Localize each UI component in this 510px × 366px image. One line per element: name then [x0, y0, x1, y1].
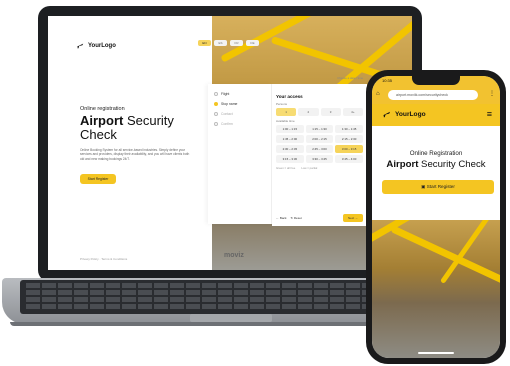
steps-sidebar: Flight Stop name Contact Confirm — [208, 84, 272, 224]
phone-logo[interactable]: YourLogo — [382, 110, 426, 119]
slot-legend: Green = all free Low = partial — [276, 166, 363, 170]
panel-actions: ← Back ↻ Reset Next → — [276, 214, 363, 222]
home-indicator — [418, 352, 454, 354]
title-bold: Airport — [386, 159, 419, 170]
browser-bar: ⌂ airport.moviik.com/securitycheck ⋮ — [372, 86, 500, 104]
persons-selector: 1 2 3 4+ — [276, 108, 363, 116]
persons-option[interactable]: 2 — [298, 108, 319, 116]
page-title: Airport Security Check — [80, 114, 200, 142]
phone-header: YourLogo ≡ — [372, 104, 500, 126]
phone-subtitle: Online Registration — [409, 150, 463, 157]
time-slot[interactable]: 1:45 – 2:00 — [276, 135, 304, 143]
step-contact[interactable]: Contact — [214, 112, 233, 116]
phone-screen: 10:35 ⌂ airport.moviik.com/securitycheck… — [372, 76, 500, 358]
lang-fr[interactable]: FR — [230, 40, 243, 46]
button-label: Start Register — [426, 184, 455, 189]
language-switcher: EN ES FR DE — [198, 40, 259, 46]
back-label: Back — [279, 216, 287, 220]
time-slot[interactable]: 2:15 – 2:30 — [335, 135, 363, 143]
time-slot[interactable]: 1:15 – 1:30 — [305, 125, 334, 133]
page-description: Online Booking System for all service-ba… — [80, 148, 190, 161]
time-slot-grid: 1:00 – 1:15 1:15 – 1:30 1:30 – 1:45 1:45 – … — [276, 125, 363, 163]
time-slot[interactable]: 2:45 – 3:00 — [305, 145, 334, 153]
lang-es[interactable]: ES — [214, 40, 227, 46]
time-slot[interactable]: 3:00 – 3:15 — [335, 145, 363, 153]
phone-content: Online Registration Airport Security Che… — [372, 126, 500, 216]
step-confirm[interactable]: Confirm — [214, 122, 233, 126]
panel-note: Choose a date / time — [337, 76, 363, 80]
persons-option[interactable]: 3 — [320, 108, 341, 116]
legend-item: Low = partial — [301, 166, 318, 170]
time-slot[interactable]: 3:30 – 3:45 — [305, 155, 334, 163]
persons-option[interactable]: 4+ — [342, 108, 363, 116]
step-dot-icon — [214, 92, 218, 96]
brand-mark: moviz — [224, 252, 244, 259]
step-flight[interactable]: Flight — [214, 92, 229, 96]
step-label: Contact — [221, 112, 233, 116]
step-label: Stop name — [221, 102, 238, 106]
lang-en[interactable]: EN — [198, 40, 211, 46]
trackpad — [190, 314, 272, 322]
phone-notch — [412, 76, 460, 85]
persons-label: Persons — [276, 102, 288, 106]
booking-panel: Choose a date / time Your access Persons… — [272, 76, 367, 226]
time-slot[interactable]: 1:30 – 1:45 — [335, 125, 363, 133]
reset-label: Reset — [293, 216, 302, 220]
hamburger-menu-icon[interactable]: ≡ — [487, 109, 492, 119]
step-dot-icon — [214, 122, 218, 126]
time-slot[interactable]: 2:30 – 2:45 — [276, 145, 304, 153]
page-subtitle: Online registration — [80, 106, 125, 112]
reset-button[interactable]: ↻ Reset — [291, 216, 302, 220]
time-slot[interactable]: 3:15 – 3:30 — [276, 155, 304, 163]
tabs-menu-icon[interactable]: ⋮ — [489, 90, 496, 97]
phone-start-register-button[interactable]: ▣ Start Register — [382, 180, 494, 194]
time-slot[interactable]: 1:00 – 1:15 — [276, 125, 304, 133]
phone-title: Airport Security Check — [372, 159, 500, 170]
status-time: 10:35 — [382, 78, 393, 83]
logo-text: YourLogo — [88, 43, 116, 49]
phone-hero-image — [372, 220, 500, 358]
device-mockup: YourLogo EN ES FR DE Online registration… — [0, 0, 510, 366]
step-stop-name[interactable]: Stop name — [214, 102, 237, 106]
plane-icon — [76, 43, 84, 49]
next-label: Next — [347, 216, 355, 220]
logo-text: YourLogo — [395, 111, 426, 118]
title-rest: Security Check — [418, 159, 486, 170]
site-logo[interactable]: YourLogo — [76, 42, 116, 50]
legend-item: Green = all free — [276, 166, 296, 170]
next-button[interactable]: Next → — [342, 214, 363, 222]
plane-icon — [382, 111, 391, 118]
url-field[interactable]: airport.moviik.com/securitycheck — [388, 90, 478, 100]
laptop-left-pane — [48, 16, 212, 270]
home-icon[interactable]: ⌂ — [376, 91, 380, 97]
back-button[interactable]: ← Back — [276, 216, 287, 220]
step-dot-icon — [214, 102, 218, 106]
ceiling-beam — [390, 225, 500, 296]
laptop-screen: YourLogo EN ES FR DE Online registration… — [48, 16, 412, 270]
persons-option[interactable]: 1 — [276, 108, 297, 116]
start-register-button[interactable]: Start Register — [80, 174, 116, 184]
panel-heading: Your access — [276, 94, 303, 99]
step-label: Flight — [221, 92, 230, 96]
slots-label: Available time — [276, 119, 295, 123]
time-slot[interactable]: 3:45 – 4:00 — [335, 155, 363, 163]
lang-de[interactable]: DE — [246, 40, 259, 46]
time-slot[interactable]: 2:00 – 2:15 — [305, 135, 334, 143]
step-dot-icon — [214, 112, 218, 116]
step-label: Confirm — [221, 122, 233, 126]
title-bold: Airport — [80, 113, 124, 128]
footer-links[interactable]: Privacy Policy · Terms & Conditions — [80, 257, 127, 261]
